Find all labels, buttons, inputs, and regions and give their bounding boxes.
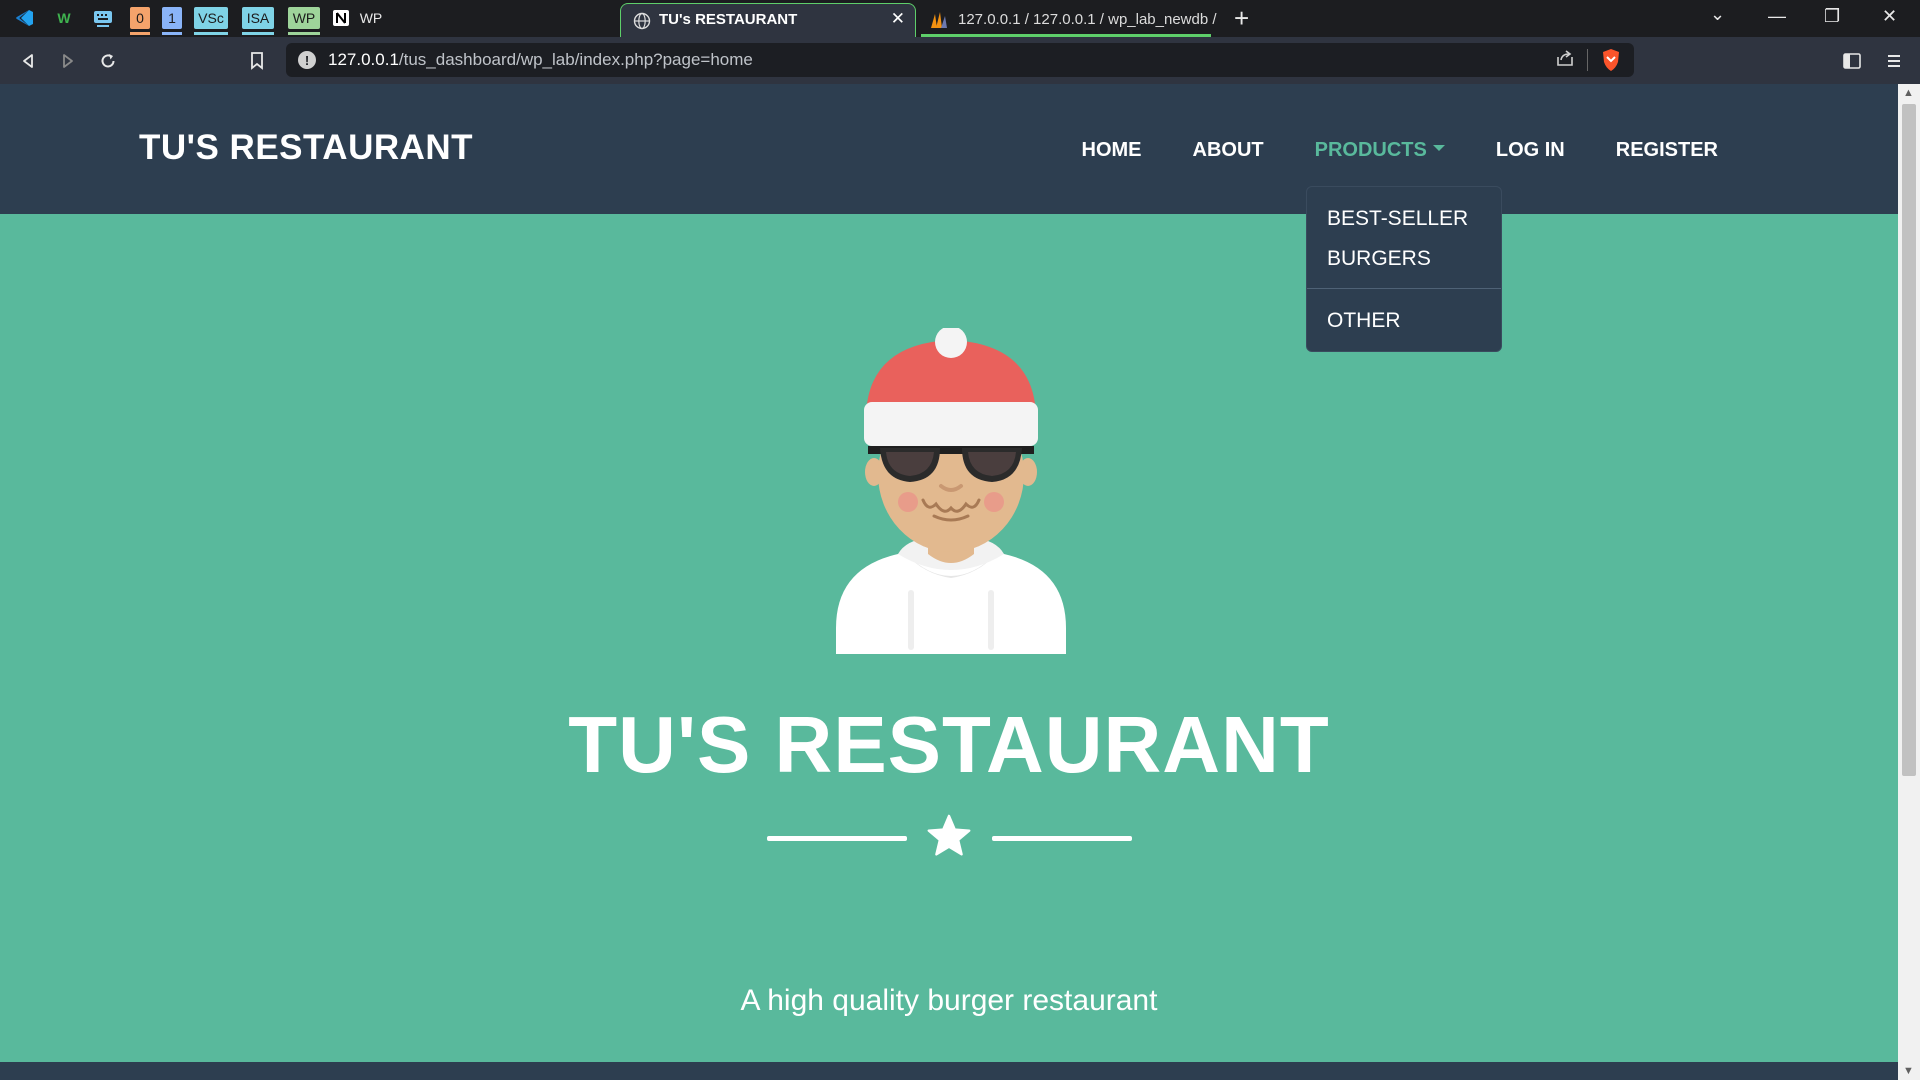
bookmark-wp-text[interactable]: WP [358,7,384,29]
keyboard-icon[interactable] [92,7,114,29]
scrollbar-thumb[interactable] [1902,104,1916,776]
vscode-icon[interactable] [14,7,36,29]
phpmyadmin-icon [929,11,949,34]
back-icon [23,54,33,68]
hamburger-icon [1888,55,1900,67]
nav-login[interactable]: LOG IN [1496,139,1565,162]
dropdown-item-other[interactable]: OTHER [1327,309,1401,333]
nav-about[interactable]: ABOUT [1193,139,1264,162]
bookmark-icon [251,52,263,70]
forward-icon [63,54,73,68]
bookmark-page-button[interactable] [243,47,271,75]
back-button[interactable] [14,47,42,75]
nav-products[interactable]: PRODUCTS [1315,139,1445,162]
url-bar[interactable]: ! 127.0.0.1/tus_dashboard/wp_lab/index.p… [286,43,1634,77]
caret-down-icon [1432,144,1445,151]
hero-subtitle: A high quality burger restaurant [740,984,1158,1017]
browser-tab-strip: W 0 1 VSc ISA WP WP TU's RESTAURANT ✕ 12… [0,0,1920,37]
close-window-button[interactable]: ✕ [1882,6,1897,27]
divider-line-right [992,836,1132,841]
new-tab-button[interactable]: + [1234,3,1249,34]
sidebar-toggle-button[interactable] [1838,47,1866,75]
dropdown-item-burgers[interactable]: BURGERS [1327,247,1431,271]
scroll-down-arrow-icon[interactable]: ▼ [1903,1065,1914,1077]
tab-active[interactable]: TU's RESTAURANT ✕ [620,3,916,37]
menu-button[interactable] [1880,47,1908,75]
nav-links: HOME ABOUT PRODUCTS LOG IN REGISTER [1031,139,1718,162]
site-navbar: TU'S RESTAURANT HOME ABOUT PRODUCTS LOG … [0,84,1898,214]
brave-shield-icon[interactable] [1600,48,1622,72]
dropdown-divider [1307,288,1501,289]
forward-button[interactable] [54,47,82,75]
hero-title: TU'S RESTAURANT [568,700,1330,789]
restore-button[interactable]: ❐ [1824,6,1840,27]
reload-button[interactable] [94,47,122,75]
bookmark-0[interactable]: 0 [130,7,150,35]
notion-icon[interactable] [332,7,350,29]
bookmark-isa[interactable]: ISA [242,7,274,35]
scroll-up-arrow-icon[interactable]: ▲ [1903,87,1914,99]
site-info-icon[interactable]: ! [298,51,316,69]
minimize-button[interactable]: — [1768,6,1786,27]
web-page: TU'S RESTAURANT HOME ABOUT PRODUCTS LOG … [0,84,1898,1080]
globe-icon [633,12,651,35]
divider-line-left [767,836,907,841]
sidebar-icon [1843,53,1861,69]
nav-register[interactable]: REGISTER [1616,139,1718,162]
dropdown-item-best-seller[interactable]: BEST-SELLER [1327,207,1468,231]
bookmark-1[interactable]: 1 [162,7,182,35]
w-icon[interactable]: W [52,7,76,29]
share-icon[interactable] [1556,49,1574,72]
close-tab-icon[interactable]: ✕ [891,9,905,29]
bookmark-wp[interactable]: WP [288,7,320,35]
star-icon [927,814,971,856]
products-dropdown: BEST-SELLER BURGERS OTHER [1306,186,1502,352]
site-brand[interactable]: TU'S RESTAURANT [139,128,473,168]
nav-home[interactable]: HOME [1082,139,1142,162]
tab-search-chevron-icon[interactable]: ⌄ [1710,4,1725,25]
reload-icon [101,54,115,68]
chef-avatar-image [836,328,1066,654]
page-scrollbar[interactable]: ▲ ▼ [1898,84,1920,1080]
bookmark-vsc[interactable]: VSc [194,7,228,35]
url-divider [1587,49,1588,71]
tab-title: 127.0.0.1 / 127.0.0.1 / wp_lab_newdb / [958,11,1217,28]
tab-title: TU's RESTAURANT [659,11,798,28]
tab-phpmyadmin[interactable]: 127.0.0.1 / 127.0.0.1 / wp_lab_newdb / [921,3,1217,37]
url-text[interactable]: 127.0.0.1/tus_dashboard/wp_lab/index.php… [328,50,753,70]
address-toolbar: ! 127.0.0.1/tus_dashboard/wp_lab/index.p… [0,37,1920,84]
page-footer-edge [0,1062,1898,1080]
